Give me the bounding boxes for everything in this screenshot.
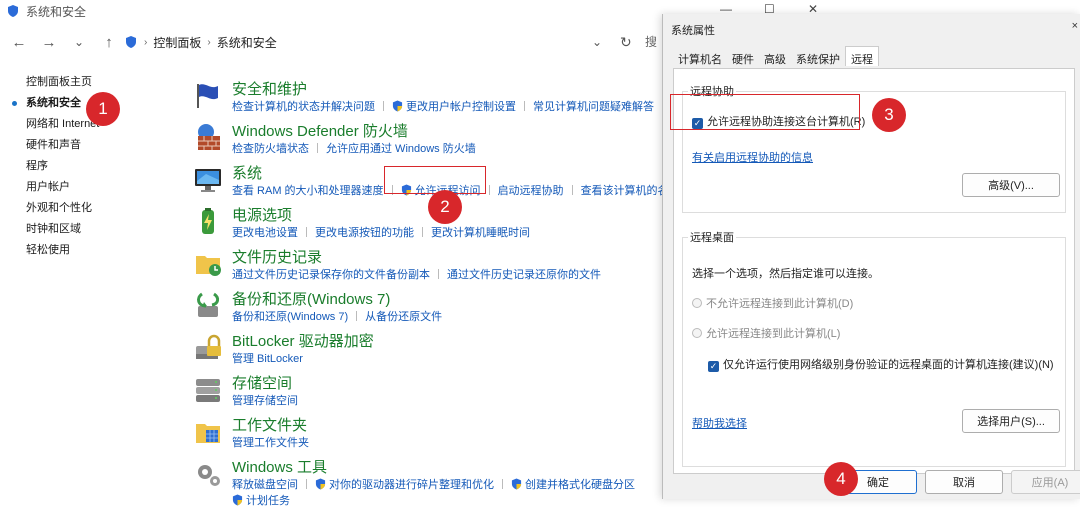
category-link[interactable]: 通过文件历史记录还原你的文件 [447, 266, 601, 282]
checkbox-label: 仅允许运行使用网络级别身份验证的远程桌面的计算机连接(建议)(N) [723, 359, 1054, 371]
tab-system-protection[interactable]: 系统保护 [791, 48, 845, 68]
address-bar[interactable]: › 控制面板 › 系统和安全 ⌄ ↻ [124, 30, 644, 54]
tab-hardware[interactable]: 硬件 [727, 48, 759, 68]
flag-icon [197, 84, 218, 108]
radio-icon[interactable] [692, 298, 702, 308]
window-title: 系统和安全 [26, 4, 87, 19]
category-link[interactable]: 释放磁盘空间 [232, 476, 298, 492]
back-arrow-icon[interactable]: ← [8, 31, 30, 53]
sidebar-item-hardware-sound[interactable]: 硬件和声音 [26, 135, 186, 156]
monitor-icon [195, 169, 221, 192]
category-title[interactable]: BitLocker 驱动器加密 [232, 330, 374, 351]
step-badge: 3 [872, 98, 906, 132]
sidebar-item-appearance[interactable]: 外观和个性化 [26, 198, 186, 219]
system-properties-dialog: 系统属性 × 计算机名 硬件 高级 系统保护 远程 远程协助 ✓ 允许远程协助连接… [662, 14, 1080, 499]
advanced-button[interactable]: 高级(V)... [962, 173, 1060, 197]
category-link[interactable]: 对你的驱动器进行碎片整理和优化 [329, 476, 494, 492]
help-me-choose-link[interactable]: 帮助我选择 [692, 415, 747, 431]
category-title[interactable]: Windows 工具 [232, 456, 327, 477]
bitlocker-icon [196, 334, 221, 359]
backup-icon [197, 292, 220, 317]
storage-icon [196, 379, 220, 402]
control-panel-icon [8, 5, 18, 17]
step-badge: 4 [824, 462, 858, 496]
category-link[interactable]: 计划任务 [246, 492, 290, 508]
sidebar-item-programs[interactable]: 程序 [26, 156, 186, 177]
category-link[interactable]: 创建并格式化硬盘分区 [525, 476, 635, 492]
tab-computer-name[interactable]: 计算机名 [673, 48, 727, 68]
up-arrow-icon[interactable]: ↑ [98, 31, 120, 53]
select-users-button[interactable]: 选择用户(S)... [962, 409, 1060, 433]
breadcrumb-separator-icon: › [207, 36, 211, 48]
apply-button[interactable]: 应用(A) [1011, 470, 1080, 494]
category-link[interactable]: 管理工作文件夹 [232, 434, 309, 450]
category-title[interactable]: 存储空间 [232, 372, 292, 393]
address-dropdown-icon[interactable]: ⌄ [592, 35, 602, 49]
recent-chevron-icon[interactable]: ⌄ [68, 31, 90, 53]
radio-icon[interactable] [692, 328, 702, 338]
category-link[interactable]: 更改计算机睡眠时间 [431, 224, 530, 240]
tools-icon [198, 465, 220, 486]
battery-icon [202, 208, 214, 234]
refresh-icon[interactable]: ↻ [620, 34, 632, 51]
category-title[interactable]: 安全和维护 [232, 78, 307, 99]
category-title[interactable]: 文件历史记录 [232, 246, 322, 267]
category-link[interactable]: 从备份还原文件 [365, 308, 442, 324]
category-link[interactable]: 检查防火墙状态 [232, 140, 309, 156]
category-link[interactable]: 查看该计算机的名 [581, 182, 669, 198]
breadcrumb-separator-icon: › [144, 36, 148, 48]
category-link[interactable]: 启动远程协助 [498, 182, 564, 198]
category-link[interactable]: 常见计算机问题疑难解答 [533, 98, 654, 114]
category-link[interactable]: 管理存储空间 [232, 392, 298, 408]
remote-desktop-label: 远程桌面 [688, 229, 736, 245]
sidebar-item-ease-of-access[interactable]: 轻松使用 [26, 240, 186, 261]
cancel-button[interactable]: 取消 [925, 470, 1003, 494]
remote-assistance-info-link[interactable]: 有关启用远程协助的信息 [692, 149, 813, 165]
step-badge: 2 [428, 190, 462, 224]
sidebar-item-user-accounts[interactable]: 用户帐户 [26, 177, 186, 198]
category-link[interactable]: 更改电源按钮的功能 [315, 224, 414, 240]
category-title[interactable]: 系统 [232, 162, 262, 183]
category-link[interactable]: 通过文件历史记录保存你的文件备份副本 [232, 266, 430, 282]
dialog-close-icon[interactable]: × [1072, 20, 1078, 32]
category-link[interactable]: 更改用户帐户控制设置 [406, 98, 516, 114]
step-badge: 1 [86, 92, 120, 126]
tab-remote[interactable]: 远程 [845, 46, 879, 66]
category-link[interactable]: 更改电池设置 [232, 224, 298, 240]
breadcrumb-control-panel[interactable]: 控制面板 [153, 34, 201, 51]
sidebar-item-home[interactable]: 控制面板主页 [26, 72, 186, 93]
category-title[interactable]: 工作文件夹 [232, 414, 307, 435]
breadcrumb-system-security[interactable]: 系统和安全 [217, 34, 277, 51]
tab-advanced[interactable]: 高级 [759, 48, 791, 68]
radio-disallow-remote[interactable]: 不允许远程连接到此计算机(D) [692, 295, 853, 311]
category-link[interactable]: 备份和还原(Windows 7) [232, 308, 348, 324]
work-folder-icon [196, 424, 220, 443]
sidebar-item-clock-region[interactable]: 时钟和区域 [26, 219, 186, 240]
remote-desktop-instruction: 选择一个选项，然后指定谁可以连接。 [692, 268, 879, 280]
uac-shield-icon [315, 478, 326, 490]
highlight-box [670, 94, 860, 130]
radio-allow-remote[interactable]: 允许远程连接到此计算机(L) [692, 325, 840, 341]
category-link[interactable]: 管理 BitLocker [232, 350, 303, 366]
category-link[interactable]: 允许应用通过 Windows 防火墙 [326, 140, 476, 156]
control-panel-icon [126, 36, 136, 48]
category-title[interactable]: Windows Defender 防火墙 [232, 120, 408, 141]
forward-arrow-icon[interactable]: → [38, 31, 60, 53]
uac-shield-icon [511, 478, 522, 490]
nla-checkbox[interactable]: ✓ 仅允许运行使用网络级别身份验证的远程桌面的计算机连接(建议)(N) [708, 356, 1054, 372]
category-link[interactable]: 查看 RAM 的大小和处理器速度 [232, 182, 384, 198]
radio-label: 不允许远程连接到此计算机(D) [706, 298, 854, 310]
dialog-title: 系统属性 [671, 25, 715, 37]
radio-label: 允许远程连接到此计算机(L) [706, 328, 841, 340]
checkbox-checked-icon[interactable]: ✓ [708, 361, 719, 372]
firewall-icon [198, 124, 220, 150]
dialog-tabs: 计算机名 硬件 高级 系统保护 远程 [673, 46, 879, 68]
category-link[interactable]: 检查计算机的状态并解决问题 [232, 98, 375, 114]
uac-shield-icon [392, 100, 403, 112]
uac-shield-icon [232, 494, 243, 506]
category-title[interactable]: 电源选项 [232, 204, 292, 225]
file-history-icon [196, 256, 221, 276]
highlight-box [384, 166, 486, 194]
category-title[interactable]: 备份和还原(Windows 7) [232, 288, 390, 309]
